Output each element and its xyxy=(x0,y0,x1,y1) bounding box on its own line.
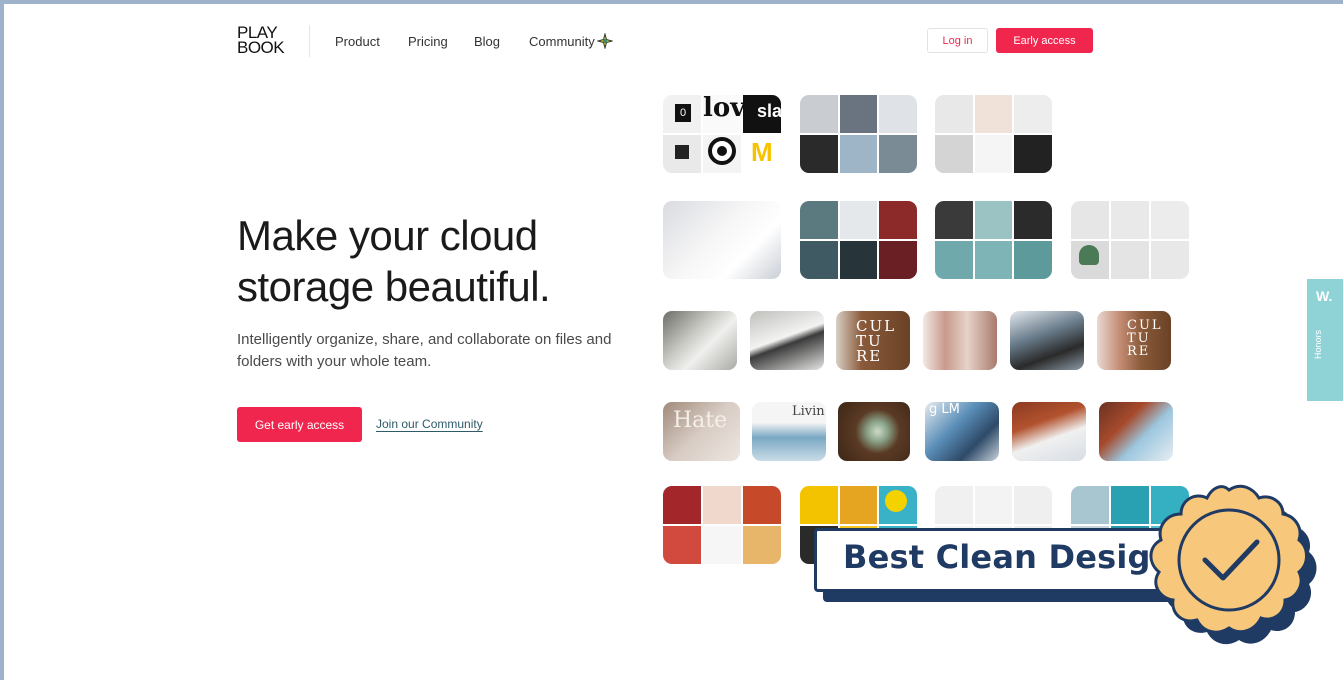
sparkle-icon xyxy=(597,33,613,49)
folder-tile-succulent[interactable] xyxy=(838,402,910,461)
folder-tile-magazine[interactable] xyxy=(1010,311,1084,370)
folder-tile-portraits[interactable] xyxy=(935,201,1052,279)
folder-tile-paper-1[interactable] xyxy=(663,311,737,370)
login-button[interactable]: Log in xyxy=(927,28,988,53)
folder-tile-keyboard[interactable] xyxy=(663,201,781,279)
folder-tile-wood[interactable] xyxy=(1012,402,1086,461)
hero-title: Make your cloud storage beautiful. xyxy=(237,210,637,312)
folder-tile-culture-2[interactable]: CUL TU RE xyxy=(1097,311,1171,370)
nav-link-blog[interactable]: Blog xyxy=(474,34,500,49)
folder-tile-hate[interactable]: Hate xyxy=(663,402,740,461)
playbook-logo[interactable]: PLAY BOOK xyxy=(237,24,285,57)
tile-lov-text: lov xyxy=(703,95,746,123)
folder-tile-kitchen[interactable] xyxy=(800,201,917,279)
hero-title-line-2: storage beautiful. xyxy=(237,263,551,310)
folder-tile-living[interactable]: Livin xyxy=(752,402,826,461)
folder-tile-culture-1[interactable]: CUL TU RE xyxy=(836,311,910,370)
side-tab-logo: W. xyxy=(1316,288,1333,304)
award-seal-icon xyxy=(1149,484,1317,645)
tile-ilm-text: g LM xyxy=(929,402,960,417)
logo-line-2: BOOK xyxy=(237,38,285,57)
folder-tile-cards[interactable] xyxy=(1099,402,1173,461)
nav-link-pricing[interactable]: Pricing xyxy=(408,34,448,49)
nav-link-community[interactable]: Community xyxy=(529,34,595,49)
folder-tile-ilm[interactable]: g LM xyxy=(925,402,999,461)
tile-sla-text: sla xyxy=(757,101,781,121)
folder-tile-plant[interactable] xyxy=(1071,201,1189,279)
folder-tile-desk[interactable] xyxy=(935,95,1052,173)
side-tab-label: Honors xyxy=(1313,329,1323,359)
folder-tile-books[interactable] xyxy=(800,95,917,173)
folder-tile-photos[interactable] xyxy=(923,311,997,370)
nav-link-product[interactable]: Product xyxy=(335,34,380,49)
award-badge-label: Best Clean Design xyxy=(843,538,1174,576)
browser-frame-top xyxy=(0,0,1343,4)
tile-hate-text: Hate xyxy=(673,408,728,433)
early-access-button[interactable]: Early access xyxy=(996,28,1093,53)
tile-living-text: Livin xyxy=(792,404,825,419)
hero-title-line-1: Make your cloud xyxy=(237,212,538,259)
tile-culture-text-2: CUL TU RE xyxy=(1127,318,1163,359)
hero-subtitle: Intelligently organize, share, and colla… xyxy=(237,331,612,370)
get-early-access-button[interactable]: Get early access xyxy=(237,407,362,442)
tile-culture-text-1: CUL TU RE xyxy=(856,317,897,365)
folder-tile-logos[interactable]: 0 lov sla M xyxy=(663,95,781,173)
folder-tile-food[interactable] xyxy=(663,486,781,564)
tile-zero-mark: 0 xyxy=(675,104,691,122)
nav-divider xyxy=(309,25,310,57)
folder-tile-paper-2[interactable] xyxy=(750,311,824,370)
honors-side-tab[interactable]: W. Honors xyxy=(1307,279,1343,401)
join-community-link[interactable]: Join our Community xyxy=(376,417,483,431)
browser-frame-left xyxy=(0,0,4,680)
